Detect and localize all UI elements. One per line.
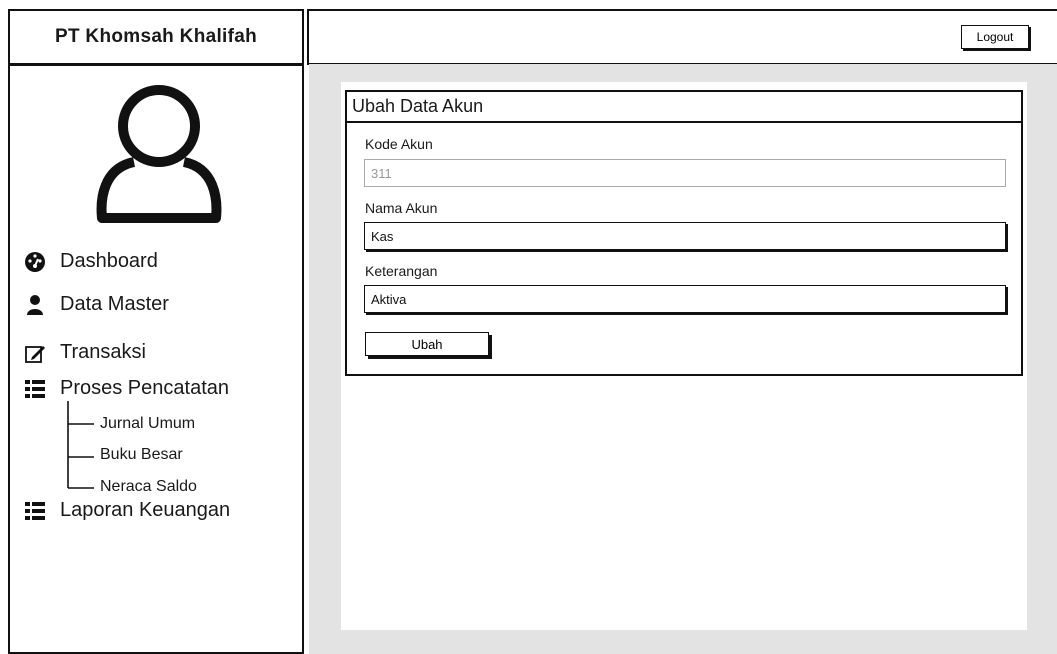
dashboard-gauge-icon xyxy=(24,251,46,273)
list-icon xyxy=(24,378,46,400)
sidebar-item-label: Proses Pencatatan xyxy=(60,377,229,399)
sidebar-item-laporan-keuangan[interactable]: Laporan Keuangan xyxy=(24,499,230,522)
kode-akun-field[interactable] xyxy=(364,159,1006,187)
brand-header: PT Khomsah Khalifah xyxy=(8,9,304,65)
sidebar-item-dashboard[interactable]: Dashboard xyxy=(24,250,158,273)
company-name: PT Khomsah Khalifah xyxy=(54,26,258,47)
submenu-item-jurnal-umum[interactable]: Jurnal Umum xyxy=(100,415,195,433)
sidebar-item-label: Laporan Keuangan xyxy=(60,499,231,521)
sidebar-item-data-master[interactable]: Data Master xyxy=(24,293,169,316)
nama-akun-field[interactable] xyxy=(364,222,1006,250)
form-title: Ubah Data Akun xyxy=(347,92,1021,123)
main-area: Ubah Data Akun Kode Akun Nama Akun Keter… xyxy=(309,64,1057,654)
sidebar-item-label: Transaksi xyxy=(60,341,146,363)
sidebar-item-label: Data Master xyxy=(60,293,169,315)
edit-account-form: Ubah Data Akun Kode Akun Nama Akun Keter… xyxy=(345,90,1023,376)
kode-akun-label: Kode Akun xyxy=(365,136,433,152)
user-icon xyxy=(24,294,46,316)
submenu-item-neraca-saldo[interactable]: Neraca Saldo xyxy=(100,478,197,496)
top-bar: Logout xyxy=(307,9,1057,65)
keterangan-label: Keterangan xyxy=(365,263,438,279)
sidebar-item-proses-pencatatan[interactable]: Proses Pencatatan xyxy=(24,377,229,400)
keterangan-field[interactable] xyxy=(364,285,1006,313)
sidebar-item-transaksi[interactable]: Transaksi xyxy=(24,341,146,364)
list-icon xyxy=(24,500,46,522)
user-avatar-icon xyxy=(96,85,222,223)
nama-akun-label: Nama Akun xyxy=(365,200,438,216)
logout-button[interactable]: Logout xyxy=(961,25,1029,49)
sidebar: Dashboard Data Master Transaksi Proses P… xyxy=(8,64,304,654)
edit-icon xyxy=(24,342,46,364)
submenu-item-buku-besar[interactable]: Buku Besar xyxy=(100,446,183,464)
ubah-button[interactable]: Ubah xyxy=(365,332,489,356)
sidebar-item-label: Dashboard xyxy=(60,250,158,272)
